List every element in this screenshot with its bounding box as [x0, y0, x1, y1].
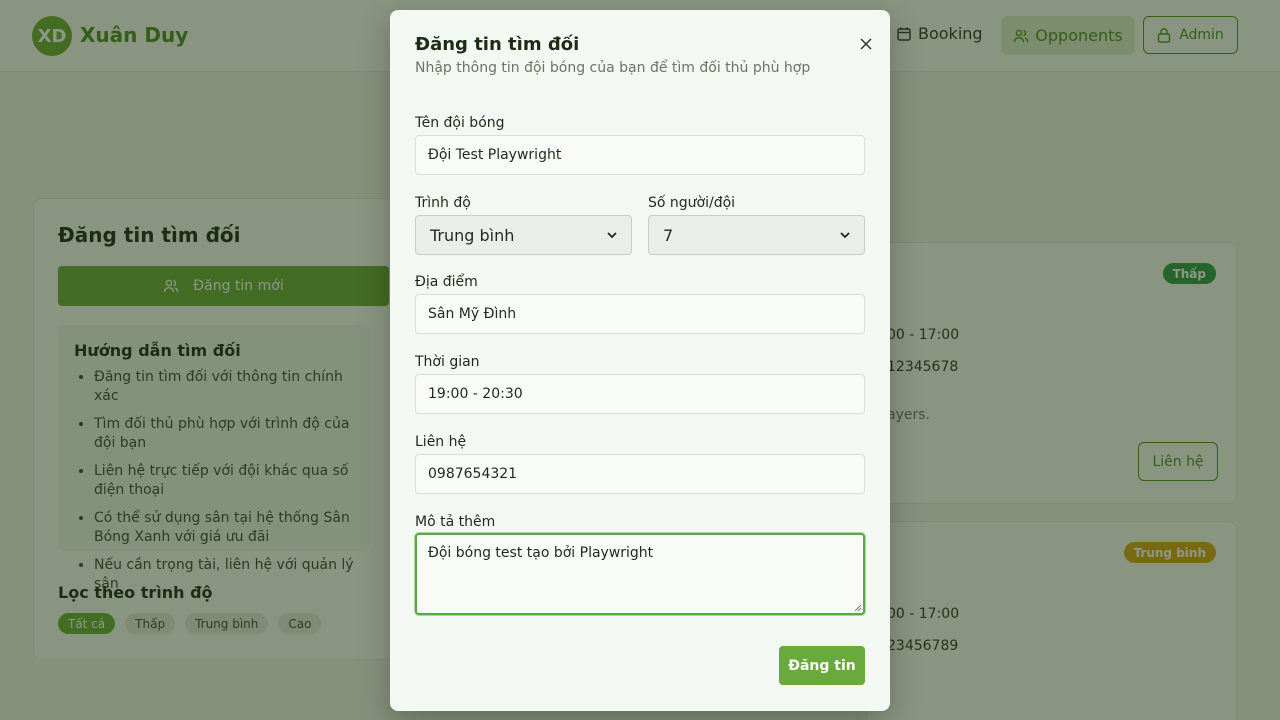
level-select[interactable]: Trung bình	[415, 215, 632, 255]
level-select-value: Trung bình	[430, 225, 515, 245]
team-name-input[interactable]	[415, 135, 865, 175]
dialog-title: Đăng tin tìm đối	[415, 34, 580, 55]
time-input[interactable]	[415, 374, 865, 414]
contact-label: Liên hệ	[415, 434, 467, 450]
players-select-value: 7	[663, 225, 674, 245]
close-icon[interactable]	[856, 34, 876, 54]
resize-grip-icon[interactable]	[854, 604, 862, 612]
description-textarea[interactable]: Đội bóng test tạo bởi Playwright	[415, 533, 865, 615]
team-name-label: Tên đội bóng	[415, 115, 505, 131]
dialog-subtitle: Nhập thông tin đội bóng của bạn để tìm đ…	[415, 60, 811, 76]
time-label: Thời gian	[415, 354, 480, 370]
level-label: Trình độ	[415, 195, 471, 211]
location-input[interactable]	[415, 294, 865, 334]
players-label: Số người/đội	[648, 195, 736, 211]
post-opponent-dialog: Đăng tin tìm đối Nhập thông tin đội bóng…	[390, 10, 890, 711]
chevron-down-icon	[607, 231, 617, 238]
location-label: Địa điểm	[415, 274, 478, 290]
chevron-down-icon	[840, 231, 850, 238]
contact-input[interactable]	[415, 454, 865, 494]
submit-button[interactable]: Đăng tin	[779, 646, 865, 685]
players-select[interactable]: 7	[648, 215, 865, 255]
description-label: Mô tả thêm	[415, 514, 496, 530]
